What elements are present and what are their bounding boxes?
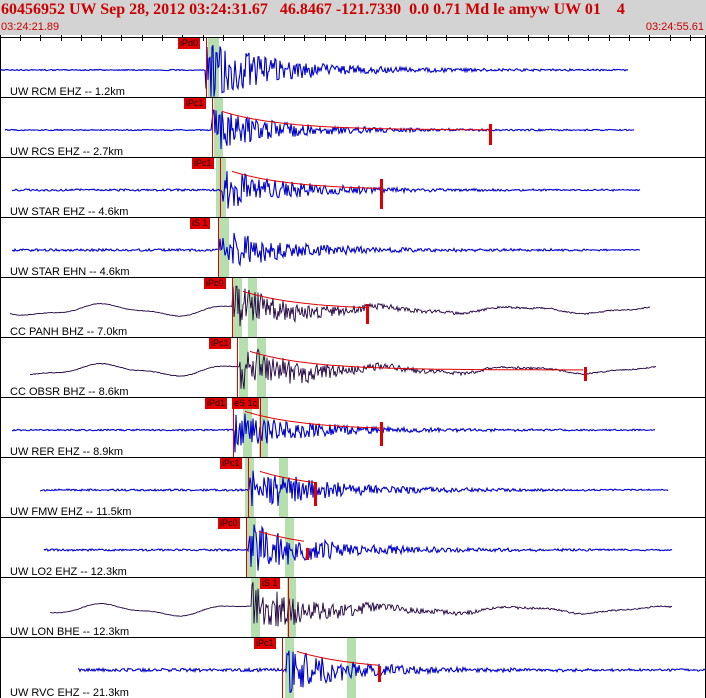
trace-panel[interactable]: iPc1 CC OBSR BHZ -- 8.6km xyxy=(0,337,705,398)
phase-pick-label[interactable]: iS 1 xyxy=(190,218,210,229)
pick-line xyxy=(232,278,233,338)
trace-panel[interactable]: iPc0 UW LO2 EHZ -- 12.3km xyxy=(0,517,705,578)
phase-pick-label[interactable]: iPc1 xyxy=(184,98,206,109)
phase-pick-label[interactable]: iPd0 xyxy=(178,38,201,49)
coda-curve xyxy=(249,350,583,371)
trace-panel[interactable]: iPc1 UW FMW EHZ -- 11.5km xyxy=(0,457,705,518)
event-header: 60456952 UW Sep 28, 2012 03:24:31.67 46.… xyxy=(0,0,706,35)
coda-duration-marker xyxy=(378,666,381,682)
end-time-label: 03:24:55.61 xyxy=(645,21,704,33)
seismogram-viewer: 60456952 UW Sep 28, 2012 03:24:31.67 46.… xyxy=(0,0,706,698)
waveform-trace xyxy=(39,470,669,507)
trace-panel[interactable]: iPc0 CC PANH BHZ -- 7.0km xyxy=(0,277,705,338)
coda-curve xyxy=(296,650,379,666)
phase-pick-label[interactable]: iPc1 xyxy=(192,158,214,169)
waveform-trace xyxy=(9,285,651,327)
pick-line xyxy=(288,578,289,638)
trace-panel[interactable]: iS 1 UW LON BHE -- 12.3km xyxy=(0,577,705,638)
waveform-trace xyxy=(49,582,673,627)
waveform-trace xyxy=(11,232,640,267)
coda-duration-marker xyxy=(380,422,383,446)
phase-pick-label[interactable]: iPc0 xyxy=(204,278,226,289)
pick-line xyxy=(220,158,221,218)
pick-line xyxy=(260,398,261,458)
waveform-trace xyxy=(12,171,641,209)
coda-duration-marker xyxy=(489,123,492,145)
pick-line xyxy=(206,38,207,98)
trace-panel[interactable]: iS 1 UW STAR EHN -- 4.6km xyxy=(0,217,705,278)
waveform-trace xyxy=(77,650,705,693)
coda-duration-marker xyxy=(314,482,317,506)
coda-duration-marker xyxy=(380,179,383,209)
phase-pick-label[interactable]: iPc1 xyxy=(220,458,242,469)
trace-panel[interactable]: iPc1 UW STAR EHZ -- 4.6km xyxy=(0,157,705,218)
pick-line xyxy=(246,518,247,578)
phase-pick-label[interactable]: iPd1 xyxy=(205,398,228,409)
waveform-trace xyxy=(29,347,657,390)
trace-panel[interactable]: iPc1 UW RVC EHZ -- 21.3km xyxy=(0,637,705,698)
start-time-label: 03:24:21.89 xyxy=(1,21,60,33)
phase-pick-label[interactable]: eS 1c xyxy=(232,398,260,409)
phase-pick-label[interactable]: iPc1 xyxy=(254,638,276,649)
coda-duration-marker xyxy=(584,367,587,381)
pick-line xyxy=(218,218,219,278)
coda-duration-marker xyxy=(366,304,369,324)
event-title: 60456952 UW Sep 28, 2012 03:24:31.67 46.… xyxy=(1,1,625,18)
phase-pick-label[interactable]: iS 1 xyxy=(260,578,280,589)
phase-pick-label[interactable]: iPc0 xyxy=(218,518,240,529)
pick-line xyxy=(248,458,249,518)
pick-line xyxy=(237,338,238,398)
trace-panel[interactable]: iPd1 eS 1c UW RER EHZ -- 8.9km xyxy=(0,397,705,458)
pick-line xyxy=(212,98,213,158)
coda-curve xyxy=(231,170,380,189)
trace-panel[interactable]: iPc1 UW RCS EHZ -- 2.7km xyxy=(0,97,705,158)
pick-line xyxy=(282,638,283,698)
trace-panel[interactable]: iPd0 UW RCM EHZ -- 1.2km xyxy=(0,37,705,98)
phase-pick-label[interactable]: iPc1 xyxy=(209,338,231,349)
coda-curve xyxy=(221,110,489,131)
waveform-trace xyxy=(4,109,635,150)
waveform-trace xyxy=(43,524,673,571)
trace-station-label: UW RVC EHZ -- 21.3km xyxy=(10,687,129,698)
coda-duration-marker xyxy=(306,548,309,560)
